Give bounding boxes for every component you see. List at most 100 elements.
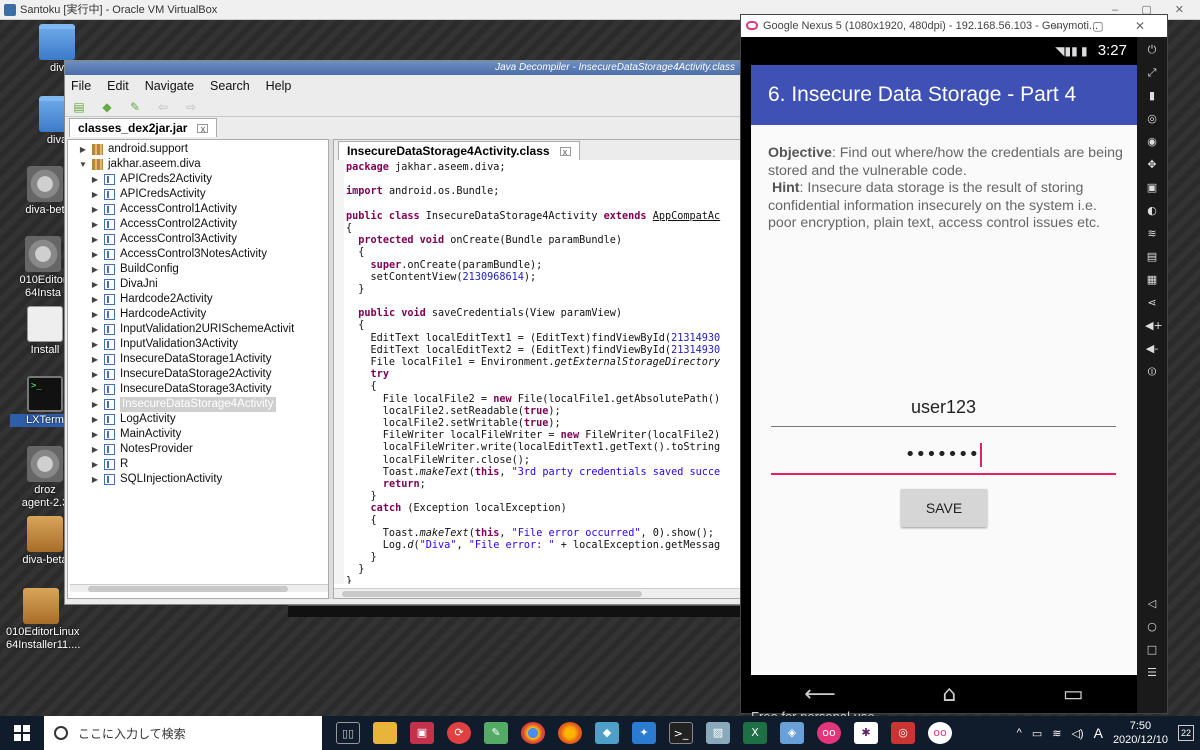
network-tray-icon[interactable]: ▭ [1032,727,1042,740]
expand-right-icon[interactable]: ▶ [90,217,100,232]
chrome-icon[interactable] [521,722,545,744]
expand-right-icon[interactable]: ▶ [90,442,100,457]
app-cube-icon[interactable]: ◆ [595,722,619,744]
tree-class[interactable]: ▶ DivaJni [68,277,328,292]
expand-right-icon[interactable]: ▶ [90,187,100,202]
tree-class[interactable]: ▶ NotesProvider [68,442,328,457]
excel-icon[interactable]: X [743,722,767,744]
battery-icon[interactable]: ▮ [1145,89,1159,103]
tree-class[interactable]: ▶ AccessControl3NotesActivity [68,247,328,262]
tree-class[interactable]: ▶ InsecureDataStorage4Activity [68,397,328,412]
power-button-icon[interactable]: ⏼ [1145,365,1159,379]
tree-class[interactable]: ▶ BuildConfig [68,262,328,277]
expand-right-icon[interactable]: ▶ [90,382,100,397]
tree-class[interactable]: ▶ APICreds2Activity [68,172,328,187]
recent-apps-icon[interactable]: ▭ [1063,682,1084,707]
tree-package[interactable]: ▼ jakhar.aseem.diva [68,157,328,172]
file-explorer-icon[interactable] [373,722,397,744]
tree-class[interactable]: ▶ R [68,457,328,472]
virtualbox-taskbar-icon[interactable]: ◈ [780,722,804,744]
terminal-icon[interactable]: >_ [669,722,693,744]
expand-right-icon[interactable]: ▶ [90,277,100,292]
ime-indicator[interactable]: A [1094,725,1103,741]
source-code[interactable]: package jakhar.aseem.diva; import android… [334,160,742,584]
expand-right-icon[interactable]: ▶ [90,397,100,412]
app-red-icon[interactable]: ▣ [410,722,434,744]
nav-recents-icon[interactable]: □ [1145,643,1159,657]
expand-right-icon[interactable]: ▶ [90,472,100,487]
notification-icon[interactable]: 22 [1178,725,1194,741]
open-gapps-icon[interactable]: ▦ [1145,273,1159,287]
volume-down-icon[interactable]: ◀- [1145,342,1159,356]
taskbar-search-box[interactable]: ここに入力して検索 [44,716,322,750]
nav-back-icon[interactable]: ◁ [1145,597,1159,611]
expand-right-icon[interactable]: ▶ [90,202,100,217]
share-icon[interactable]: ⋖ [1145,296,1159,310]
tree-class[interactable]: ▶ InsecureDataStorage1Activity [68,352,328,367]
menu-navigate[interactable]: Navigate [145,79,194,93]
menu-file[interactable]: File [71,79,91,93]
tree-class[interactable]: ▶ InputValidation3Activity [68,337,328,352]
expand-right-icon[interactable]: ▶ [90,367,100,382]
app-image-icon[interactable]: ▨ [706,722,730,744]
menu-help[interactable]: Help [266,79,292,93]
password-input[interactable]: ••••••• [771,435,1116,475]
fullscreen-icon[interactable]: ⤢ [1145,66,1159,80]
expand-right-icon[interactable]: ▶ [90,457,100,472]
back-arrow-icon[interactable]: ⇦ [155,100,171,114]
expand-right-icon[interactable]: ▶ [90,337,100,352]
slack-icon[interactable]: ✱ [854,722,878,744]
open-file-icon[interactable]: ▤ [71,100,87,114]
expand-right-icon[interactable]: ▶ [78,142,88,157]
nav-home-icon[interactable]: ○ [1145,620,1159,634]
expand-right-icon[interactable]: ▶ [90,172,100,187]
wifi-tray-icon[interactable]: ≋ [1052,727,1061,740]
tray-chevron-icon[interactable]: ^ [1017,727,1022,739]
scroll-thumb[interactable] [88,586,288,592]
expand-right-icon[interactable]: ▶ [90,322,100,337]
tree-class[interactable]: ▶ AccessControl1Activity [68,202,328,217]
expand-down-icon[interactable]: ▼ [78,157,88,172]
task-view-icon[interactable]: ▯▯ [336,722,360,744]
tree-class[interactable]: ▶ MainActivity [68,427,328,442]
menu-edit[interactable]: Edit [107,79,129,93]
open-type-icon[interactable]: ◆ [99,100,115,114]
sms-icon[interactable]: ▤ [1145,250,1159,264]
tree-class[interactable]: ▶ InsecureDataStorage3Activity [68,382,328,397]
tree-class[interactable]: ▶ APICredsActivity [68,187,328,202]
app-swirl-icon[interactable]: ◎ [891,722,915,744]
move-icon[interactable]: ✥ [1145,158,1159,172]
close-icon[interactable]: x [559,146,571,156]
close-icon[interactable]: x [197,123,209,133]
expand-right-icon[interactable]: ▶ [90,262,100,277]
username-input[interactable]: user123 [771,387,1116,427]
gps-icon[interactable]: ◎ [1145,112,1159,126]
expand-right-icon[interactable]: ▶ [90,232,100,247]
app-compass-icon[interactable]: ✦ [632,722,656,744]
home-icon[interactable]: ⌂ [942,682,956,707]
network-icon[interactable]: ≋ [1145,227,1159,241]
forward-arrow-icon[interactable]: ⇨ [183,100,199,114]
app-sync-icon[interactable]: ⟳ [447,722,471,744]
disk-icon[interactable]: ◐ [1145,204,1159,218]
tree-class[interactable]: ▶ SQLInjectionActivity [68,472,328,487]
start-button[interactable] [0,716,44,750]
expand-right-icon[interactable]: ▶ [90,412,100,427]
genymotion-taskbar-icon[interactable]: oo [817,722,841,744]
identifiers-icon[interactable]: ▣ [1145,181,1159,195]
window-controls[interactable]: – ▢ ✕ [1054,15,1159,37]
scroll-thumb[interactable] [342,591,642,597]
expand-right-icon[interactable]: ▶ [90,427,100,442]
tree-class[interactable]: ▶ InsecureDataStorage2Activity [68,367,328,382]
genymotion-player-icon[interactable]: oo [928,722,952,744]
tree-class[interactable]: ▶ Hardcode2Activity [68,292,328,307]
search-tool-icon[interactable]: ✎ [127,100,143,114]
app-tool-icon[interactable]: ✎ [484,722,508,744]
expand-right-icon[interactable]: ▶ [90,307,100,322]
tree-class[interactable]: ▶ AccessControl2Activity [68,217,328,232]
expand-right-icon[interactable]: ▶ [90,247,100,262]
firefox-icon[interactable] [558,722,582,744]
tree-horizontal-scrollbar[interactable] [70,584,328,592]
tab-jar-file[interactable]: classes_dex2jar.jar x [69,118,218,137]
volume-up-icon[interactable]: ◀+ [1145,319,1163,333]
